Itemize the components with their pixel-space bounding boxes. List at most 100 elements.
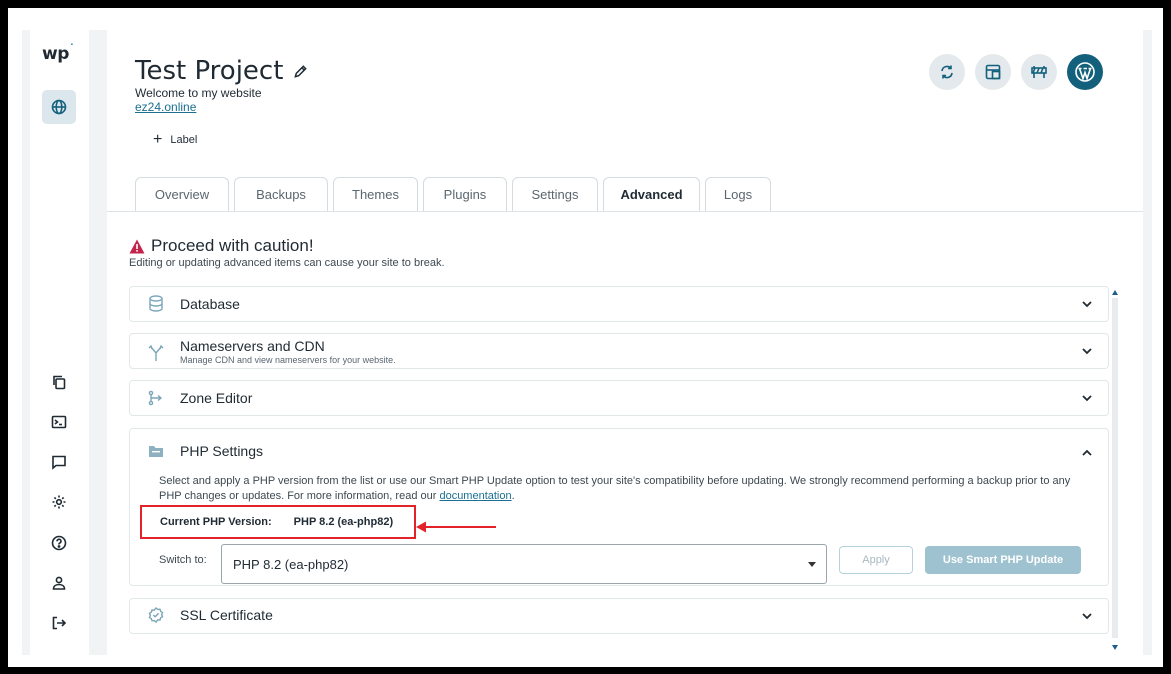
logout-icon <box>52 616 67 630</box>
php-description-text: Select and apply a PHP version from the … <box>159 475 1071 502</box>
caution-subtitle: Editing or updating advanced items can c… <box>129 257 445 269</box>
smart-php-update-button[interactable]: Use Smart PHP Update <box>925 546 1081 574</box>
scroll-up-arrow[interactable] <box>1112 290 1118 295</box>
main-panel: Test Project Welcome to my website ez24.… <box>107 30 1143 655</box>
wordpress-admin-button[interactable] <box>1067 54 1103 90</box>
domain-link[interactable]: ez24.online <box>135 100 196 114</box>
documentation-link[interactable]: documentation <box>439 490 511 502</box>
chevron-up-icon <box>1082 449 1092 456</box>
tab-advanced[interactable]: Advanced <box>603 177 700 211</box>
current-php-value: PHP 8.2 (ea-php82) <box>293 516 394 528</box>
tab-settings[interactable]: Settings <box>512 177 598 211</box>
tab-overview[interactable]: Overview <box>135 177 229 211</box>
sidebar-item-terminal[interactable] <box>44 407 74 437</box>
tab-logs[interactable]: Logs <box>705 177 771 211</box>
accordion-ssl[interactable]: SSL Certificate <box>129 598 1109 634</box>
scroll-down-arrow[interactable] <box>1112 645 1118 650</box>
gear-icon <box>52 495 66 509</box>
current-php-label: Current PHP Version: <box>160 516 272 528</box>
chat-icon <box>52 455 66 470</box>
caution-heading: Proceed with caution! <box>129 236 314 256</box>
app-window: wp˙ Test Project Welcome to my website e… <box>22 30 1152 655</box>
chevron-down-icon <box>1082 394 1092 401</box>
accordion-ssl-header: SSL Certificate <box>148 607 273 623</box>
sidebar-item-websites[interactable] <box>42 90 76 124</box>
sidebar-item-settings[interactable] <box>44 487 74 517</box>
sidebar-item-account[interactable] <box>44 568 74 598</box>
staging-icon <box>985 64 1001 80</box>
php-version-selected: PHP 8.2 (ea-php82) <box>233 556 349 572</box>
nameservers-subtitle: Manage CDN and view nameservers for your… <box>180 355 396 365</box>
ssl-title: SSL Certificate <box>180 607 273 623</box>
zone-editor-title: Zone Editor <box>180 390 253 406</box>
fork-icon <box>148 344 164 361</box>
php-description: Select and apply a PHP version from the … <box>159 474 1089 504</box>
warning-icon <box>129 239 145 253</box>
logo-text: wp <box>42 44 69 64</box>
php-version-select[interactable]: PHP 8.2 (ea-php82) <box>221 544 827 584</box>
zone-editor-chevron[interactable] <box>1080 391 1094 405</box>
tab-plugins[interactable]: Plugins <box>423 177 507 211</box>
ssl-chevron[interactable] <box>1080 609 1094 623</box>
switch-to-label: Switch to: <box>159 554 207 566</box>
php-settings-chevron[interactable] <box>1080 445 1094 459</box>
sidebar-item-copy[interactable] <box>44 367 74 397</box>
maintenance-button[interactable] <box>1021 54 1057 90</box>
advanced-content: Proceed with caution! Editing or updatin… <box>107 212 1143 655</box>
caret-down-icon <box>808 562 816 567</box>
accordion-php-settings: PHP Settings Select and apply a PHP vers… <box>129 428 1109 586</box>
add-label-button[interactable]: + Label <box>153 131 197 149</box>
maintenance-icon <box>1031 66 1047 78</box>
database-chevron[interactable] <box>1080 297 1094 311</box>
chevron-down-icon <box>1082 300 1092 307</box>
database-icon <box>149 295 163 312</box>
accordion-nameservers-header: Nameservers and CDN Manage CDN and view … <box>148 338 396 365</box>
accordion-nameservers[interactable]: Nameservers and CDN Manage CDN and view … <box>129 333 1109 369</box>
accordion-zone-editor-header: Zone Editor <box>148 390 252 406</box>
nameservers-text: Nameservers and CDN Manage CDN and view … <box>180 338 396 365</box>
caution-title: Proceed with caution! <box>151 236 314 255</box>
sidebar-item-help[interactable] <box>44 528 74 558</box>
logo-mark: ˙ <box>68 42 75 56</box>
apply-button[interactable]: Apply <box>839 546 913 574</box>
sidebar: wp˙ <box>30 30 89 655</box>
scroll-track[interactable] <box>1112 298 1118 638</box>
folder-icon <box>149 446 163 457</box>
current-php-version-highlight: Current PHP Version: PHP 8.2 (ea-php82) <box>140 505 416 539</box>
sidebar-item-logout[interactable] <box>44 608 74 638</box>
wordpress-icon <box>1075 62 1095 82</box>
database-title: Database <box>180 295 240 312</box>
red-arrow-annotation <box>416 521 496 533</box>
sidebar-item-chat[interactable] <box>44 447 74 477</box>
route-icon <box>148 390 163 406</box>
php-settings-title: PHP Settings <box>180 443 264 459</box>
add-label-text: Label <box>170 134 198 146</box>
sync-button[interactable] <box>929 54 965 90</box>
verified-badge-icon <box>148 607 164 623</box>
php-description-period: . <box>511 490 515 502</box>
nameservers-title: Nameservers and CDN <box>180 338 325 354</box>
chevron-down-icon <box>1082 612 1092 619</box>
help-icon <box>51 535 67 551</box>
accordion-database[interactable]: Database <box>129 286 1109 322</box>
plus-icon: + <box>153 131 163 148</box>
header-actions <box>929 54 1103 90</box>
chevron-down-icon <box>1082 347 1092 354</box>
tab-bar: Overview Backups Themes Plugins Settings… <box>135 177 771 211</box>
accordion-zone-editor[interactable]: Zone Editor <box>129 380 1109 416</box>
content-scrollbar[interactable] <box>1111 290 1119 650</box>
user-icon <box>52 576 66 590</box>
sync-icon <box>941 65 953 79</box>
accordion-php-header[interactable]: PHP Settings <box>148 443 263 459</box>
site-description: Welcome to my website <box>135 86 262 100</box>
tab-backups[interactable]: Backups <box>234 177 328 211</box>
pencil-icon[interactable] <box>293 64 308 79</box>
tab-themes[interactable]: Themes <box>333 177 418 211</box>
nameservers-chevron[interactable] <box>1080 344 1094 358</box>
wp-logo[interactable]: wp˙ <box>42 42 75 64</box>
title-row: Test Project <box>135 56 308 86</box>
screenshot-frame: wp˙ Test Project Welcome to my website e… <box>8 8 1163 667</box>
accordion-database-header: Database <box>148 295 240 312</box>
staging-button[interactable] <box>975 54 1011 90</box>
globe-icon <box>51 99 67 115</box>
